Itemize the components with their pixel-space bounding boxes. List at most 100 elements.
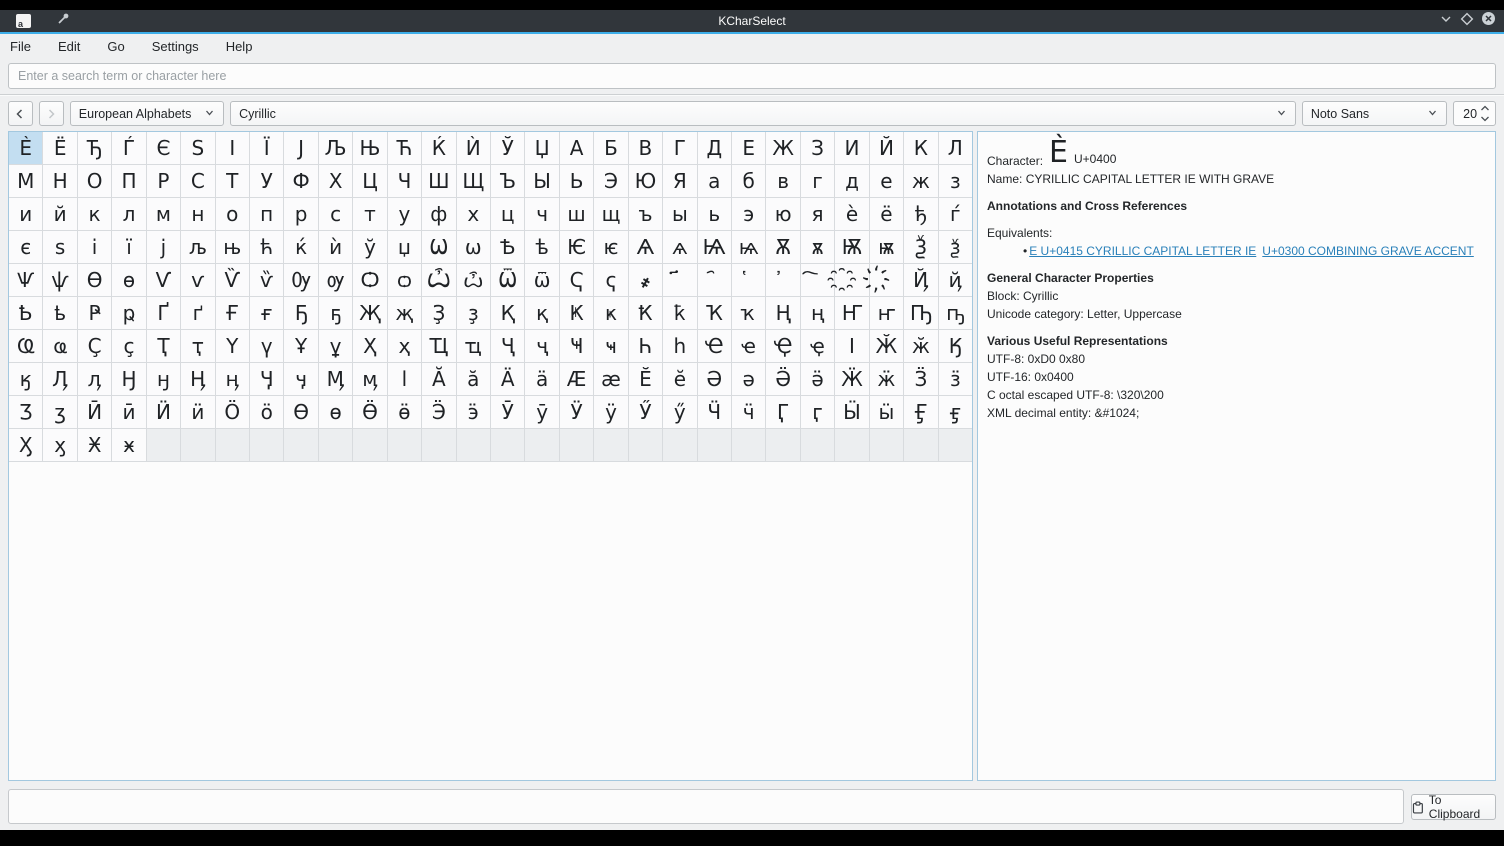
char-cell[interactable]: ѫ bbox=[801, 231, 834, 263]
char-cell[interactable]: ӌ bbox=[284, 363, 317, 395]
char-cell[interactable]: Ӣ bbox=[78, 396, 111, 428]
char-cell[interactable]: ҥ bbox=[870, 297, 903, 329]
char-cell[interactable]: ғ bbox=[250, 297, 283, 329]
char-cell[interactable]: ӯ bbox=[525, 396, 558, 428]
char-cell[interactable]: б bbox=[732, 165, 765, 197]
close-button[interactable] bbox=[1481, 11, 1496, 31]
char-cell[interactable]: э bbox=[732, 198, 765, 230]
char-cell[interactable]: Ӂ bbox=[870, 330, 903, 362]
char-cell[interactable]: ѕ bbox=[43, 231, 76, 263]
char-cell[interactable]: ѯ bbox=[939, 231, 972, 263]
char-cell[interactable]: ҡ bbox=[732, 297, 765, 329]
char-cell[interactable]: ҉ bbox=[870, 264, 903, 296]
char-cell[interactable]: П bbox=[112, 165, 145, 197]
char-cell[interactable]: ў bbox=[353, 231, 386, 263]
char-cell[interactable]: Ӈ bbox=[112, 363, 145, 395]
char-cell[interactable]: а bbox=[698, 165, 731, 197]
char-cell[interactable]: Ҡ bbox=[698, 297, 731, 329]
char-cell[interactable]: Ӷ bbox=[766, 396, 799, 428]
char-cell[interactable]: щ bbox=[594, 198, 627, 230]
char-cell[interactable]: К bbox=[904, 132, 937, 164]
char-cell[interactable]: ж bbox=[904, 165, 937, 197]
char-cell[interactable]: Ӆ bbox=[43, 363, 76, 395]
spinner-down-icon[interactable] bbox=[1480, 115, 1490, 122]
char-cell[interactable]: Ӏ bbox=[835, 330, 868, 362]
char-cell[interactable]: Ґ bbox=[147, 297, 180, 329]
char-cell[interactable]: л bbox=[112, 198, 145, 230]
char-cell[interactable]: Ӄ bbox=[939, 330, 972, 362]
char-cell[interactable]: Ж bbox=[766, 132, 799, 164]
char-cell[interactable]: ҝ bbox=[594, 297, 627, 329]
char-cell[interactable]: ҁ bbox=[594, 264, 627, 296]
char-cell[interactable]: Ӧ bbox=[216, 396, 249, 428]
char-cell[interactable]: Ѫ bbox=[766, 231, 799, 263]
char-cell[interactable]: Ц bbox=[353, 165, 386, 197]
char-cell[interactable]: Ӎ bbox=[319, 363, 352, 395]
char-cell[interactable]: Ҟ bbox=[629, 297, 662, 329]
char-cell[interactable]: Ј bbox=[284, 132, 317, 164]
char-cell[interactable]: Ѱ bbox=[9, 264, 42, 296]
char-cell[interactable]: ү bbox=[250, 330, 283, 362]
minimize-button[interactable] bbox=[1439, 12, 1453, 31]
char-cell[interactable]: Д bbox=[698, 132, 731, 164]
char-cell[interactable]: Ҩ bbox=[9, 330, 42, 362]
char-cell[interactable]: Ҍ bbox=[9, 297, 42, 329]
char-cell[interactable]: ь bbox=[698, 198, 731, 230]
char-cell[interactable]: ѳ bbox=[112, 264, 145, 296]
char-cell[interactable]: џ bbox=[388, 231, 421, 263]
char-cell[interactable]: Ҕ bbox=[284, 297, 317, 329]
char-cell[interactable]: Э bbox=[594, 165, 627, 197]
char-cell[interactable]: м bbox=[147, 198, 180, 230]
char-cell[interactable]: п bbox=[250, 198, 283, 230]
search-input[interactable] bbox=[8, 63, 1496, 89]
char-cell[interactable]: ш bbox=[560, 198, 593, 230]
char-cell[interactable]: ҂ bbox=[629, 264, 662, 296]
char-cell[interactable]: ӥ bbox=[181, 396, 214, 428]
to-clipboard-button[interactable]: To Clipboard bbox=[1411, 794, 1496, 820]
char-cell[interactable]: ѣ bbox=[525, 231, 558, 263]
block-select[interactable]: Cyrillic bbox=[230, 101, 1296, 126]
equivalent-link-1[interactable]: Е U+0415 CYRILLIC CAPITAL LETTER IE bbox=[1029, 244, 1256, 258]
char-cell[interactable]: ҃ bbox=[663, 264, 696, 296]
char-cell[interactable]: ѹ bbox=[319, 264, 352, 296]
maximize-button[interactable] bbox=[1460, 12, 1474, 31]
char-cell[interactable]: В bbox=[629, 132, 662, 164]
char-cell[interactable]: Ң bbox=[766, 297, 799, 329]
char-cell[interactable]: и bbox=[9, 198, 42, 230]
char-cell[interactable]: І bbox=[216, 132, 249, 164]
char-cell[interactable]: ћ bbox=[250, 231, 283, 263]
char-cell[interactable]: ӧ bbox=[250, 396, 283, 428]
char-cell[interactable]: Ӭ bbox=[422, 396, 455, 428]
char-cell[interactable]: ҅ bbox=[732, 264, 765, 296]
equivalent-link-2[interactable]: U+0300 COMBINING GRAVE ACCENT bbox=[1262, 244, 1474, 258]
char-cell[interactable]: Ё bbox=[43, 132, 76, 164]
char-cell[interactable]: ӷ bbox=[801, 396, 834, 428]
char-cell[interactable]: Ѿ bbox=[491, 264, 524, 296]
char-cell[interactable]: ы bbox=[663, 198, 696, 230]
char-cell[interactable]: Ѻ bbox=[353, 264, 386, 296]
spinner-up-icon[interactable] bbox=[1480, 105, 1490, 112]
char-cell[interactable]: ҹ bbox=[594, 330, 627, 362]
char-cell[interactable]: Ѕ bbox=[181, 132, 214, 164]
char-cell[interactable]: ҈ bbox=[835, 264, 868, 296]
char-cell[interactable]: М bbox=[9, 165, 42, 197]
menu-item-settings[interactable]: Settings bbox=[150, 37, 201, 56]
char-cell[interactable]: ҏ bbox=[112, 297, 145, 329]
char-cell[interactable]: у bbox=[388, 198, 421, 230]
char-cell[interactable]: Ш bbox=[422, 165, 455, 197]
menu-item-go[interactable]: Go bbox=[105, 37, 126, 56]
char-cell[interactable]: Ў bbox=[491, 132, 524, 164]
char-cell[interactable]: ӆ bbox=[78, 363, 111, 395]
char-cell[interactable]: є bbox=[9, 231, 42, 263]
char-cell[interactable]: Ҭ bbox=[147, 330, 180, 362]
char-cell[interactable]: ѻ bbox=[388, 264, 421, 296]
char-cell[interactable]: ҋ bbox=[939, 264, 972, 296]
char-cell[interactable]: Ӥ bbox=[147, 396, 180, 428]
char-cell[interactable]: Т bbox=[216, 165, 249, 197]
char-cell[interactable]: ѓ bbox=[939, 198, 972, 230]
char-cell[interactable]: Ҽ bbox=[698, 330, 731, 362]
char-cell[interactable]: Р bbox=[147, 165, 180, 197]
char-cell[interactable]: Ӌ bbox=[250, 363, 283, 395]
char-cell[interactable]: о bbox=[216, 198, 249, 230]
char-cell[interactable]: Ҫ bbox=[78, 330, 111, 362]
